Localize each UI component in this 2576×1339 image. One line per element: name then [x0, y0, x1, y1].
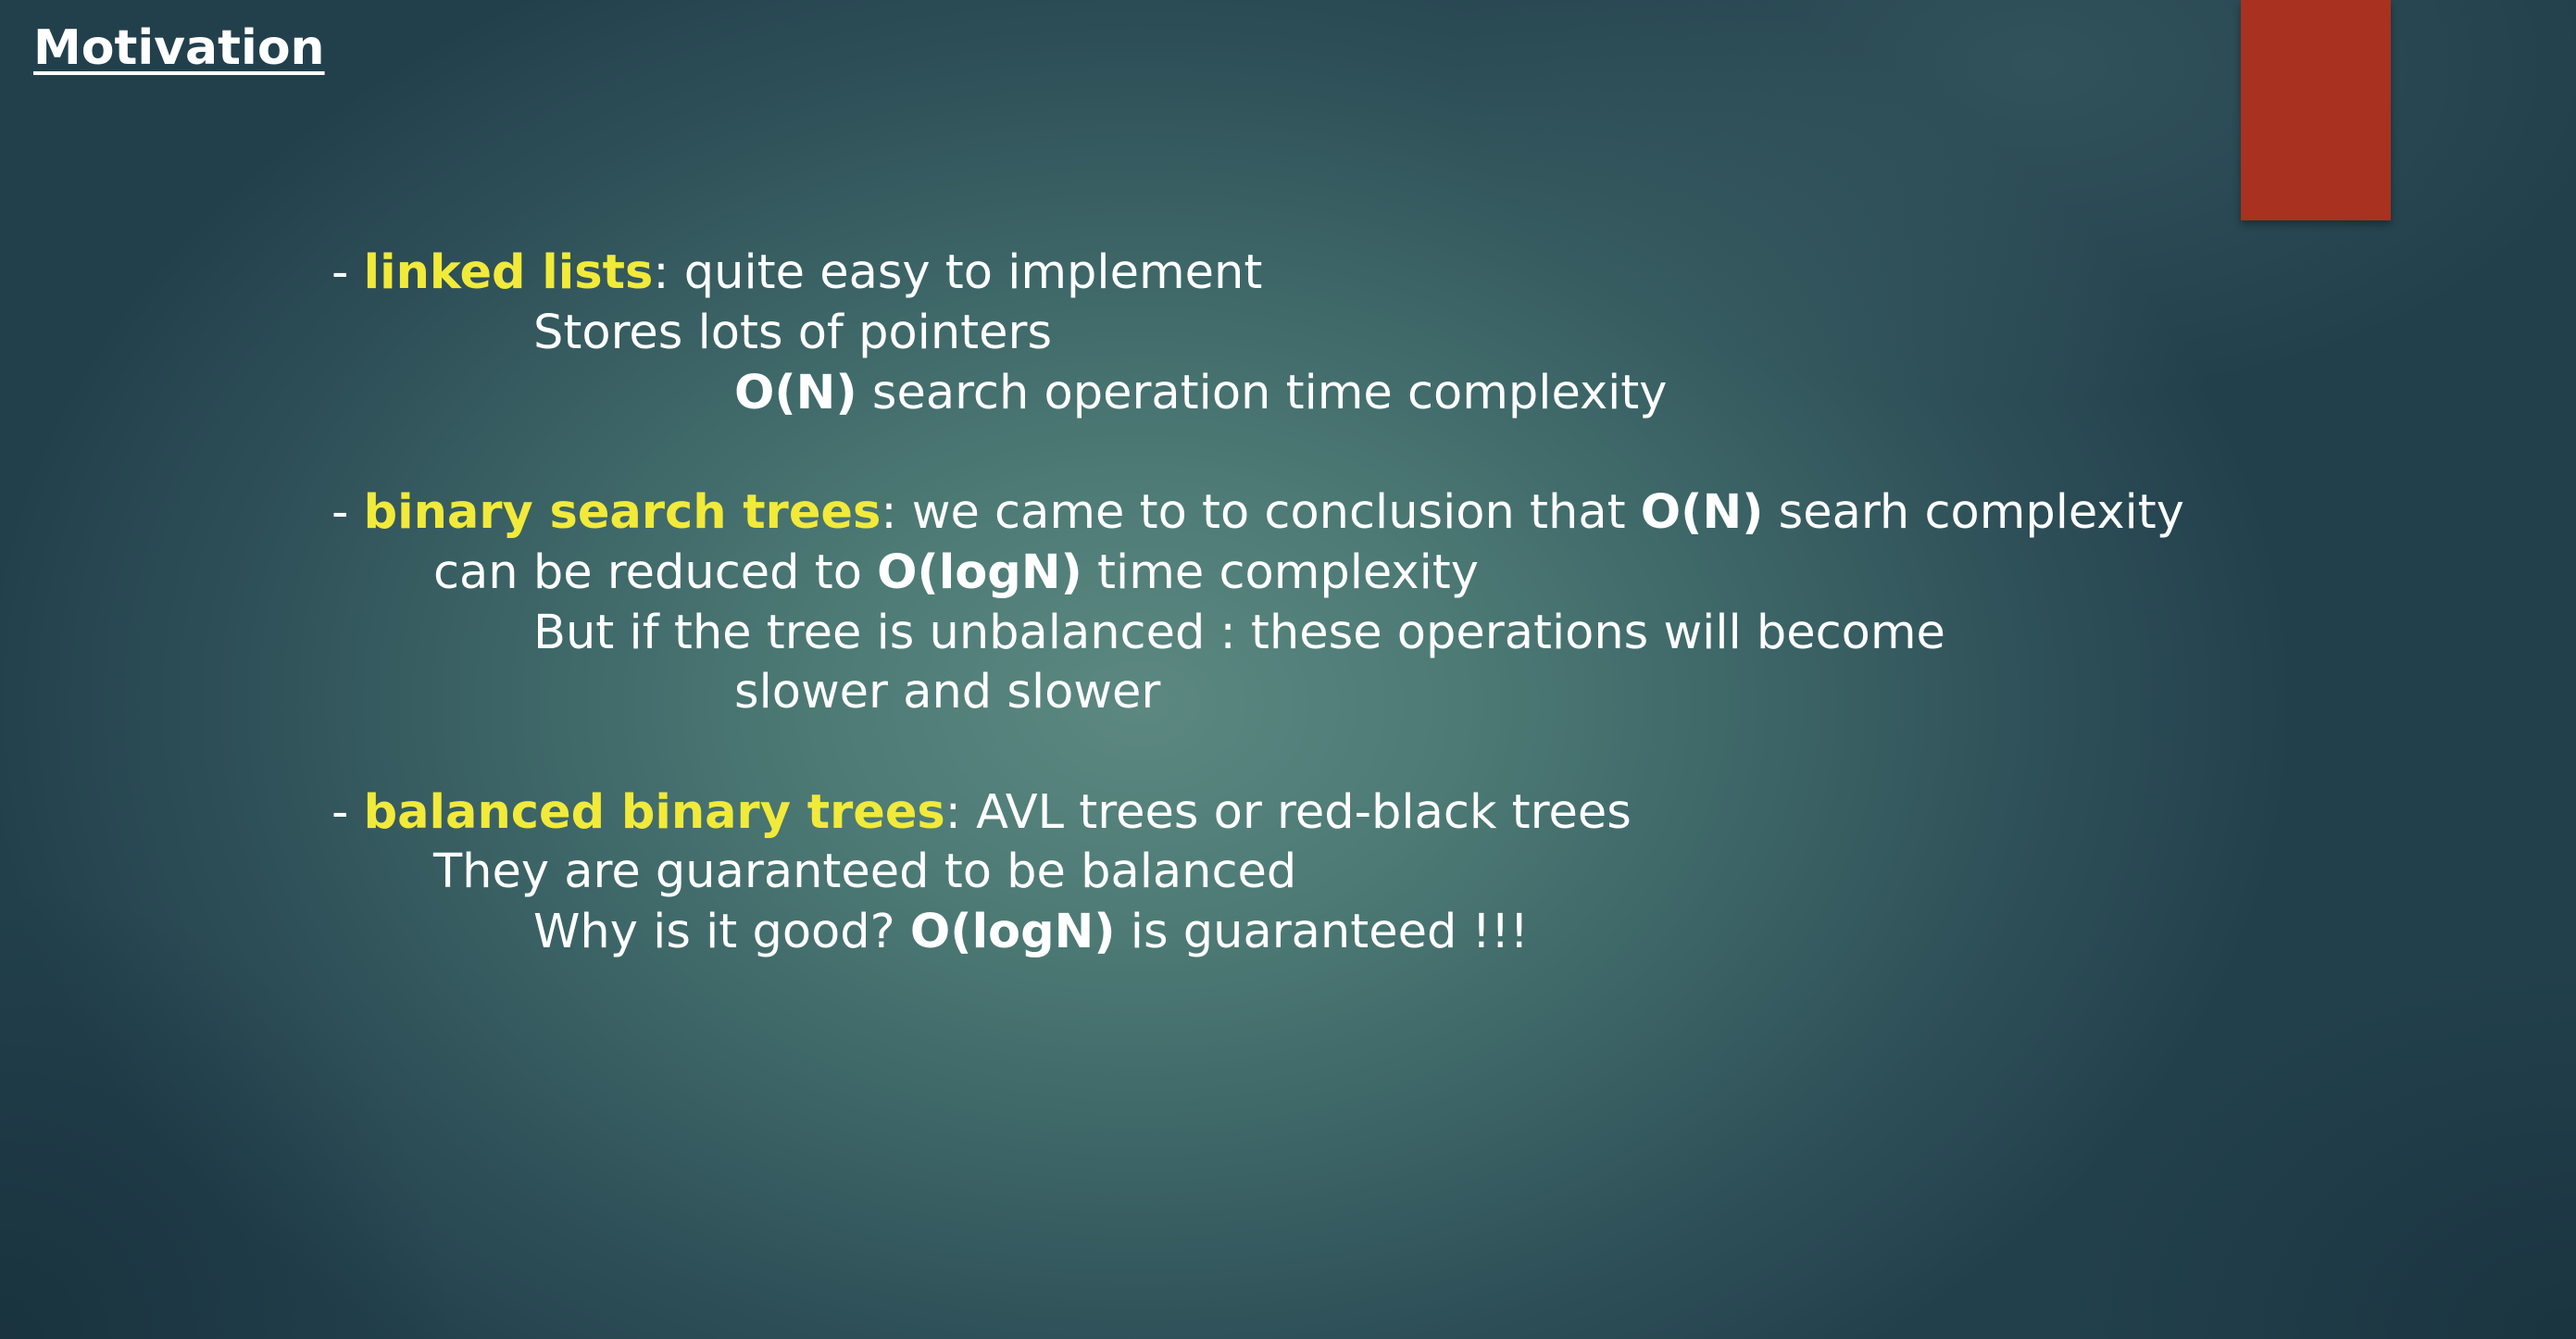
- balanced-line-3-start: Why is it good?: [533, 905, 910, 959]
- bst-desc-end: searh complexity: [1763, 485, 2184, 540]
- balanced-bullet: - balanced binary trees: AVL trees or re…: [331, 782, 1632, 844]
- linked-lists-bullet: - linked lists: quite easy to implement: [331, 243, 1262, 304]
- balanced-term: balanced binary trees: [363, 785, 945, 840]
- linked-lists-term: linked lists: [363, 245, 654, 300]
- bst-bullet: - binary search trees: we came to to con…: [331, 482, 2184, 544]
- linked-lists-line-3-text: search operation time complexity: [857, 366, 1668, 420]
- balanced-desc: : AVL trees or red-black trees: [944, 785, 1632, 840]
- complexity-o-logn: O(logN): [909, 905, 1116, 959]
- balanced-line-3: Why is it good? O(logN) is guaranteed !!…: [533, 902, 1529, 963]
- linked-lists-desc: : quite easy to implement: [653, 245, 1263, 300]
- bst-term: binary search trees: [363, 485, 882, 540]
- balanced-line-2: They are guaranteed to be balanced: [433, 845, 1297, 899]
- slide-title: Motivation: [33, 20, 325, 76]
- complexity-o-n: O(N): [734, 366, 857, 420]
- bst-line-2-start: can be reduced to: [433, 545, 878, 600]
- bullet-dash: -: [331, 785, 364, 840]
- bst-desc: : we came to to conclusion that: [881, 485, 1641, 540]
- complexity-o-n: O(N): [1640, 485, 1764, 540]
- bst-line-4: slower and slower: [734, 665, 1161, 720]
- linked-lists-line-3: O(N) search operation time complexity: [734, 363, 1667, 424]
- linked-lists-line-2: Stores lots of pointers: [533, 306, 1053, 360]
- complexity-o-logn: O(logN): [877, 545, 1082, 600]
- bst-line-3: But if the tree is unbalanced : these op…: [533, 606, 1945, 660]
- bst-line-2-end: time complexity: [1082, 545, 1479, 600]
- slide: Motivation - linked lists: quite easy to…: [0, 0, 2576, 1339]
- bullet-dash: -: [331, 245, 364, 300]
- bullet-dash: -: [331, 485, 364, 540]
- balanced-line-3-end: is guaranteed !!!: [1115, 905, 1529, 959]
- accent-bar: [2241, 0, 2391, 220]
- bst-line-2: can be reduced to O(logN) time complexit…: [433, 543, 1479, 604]
